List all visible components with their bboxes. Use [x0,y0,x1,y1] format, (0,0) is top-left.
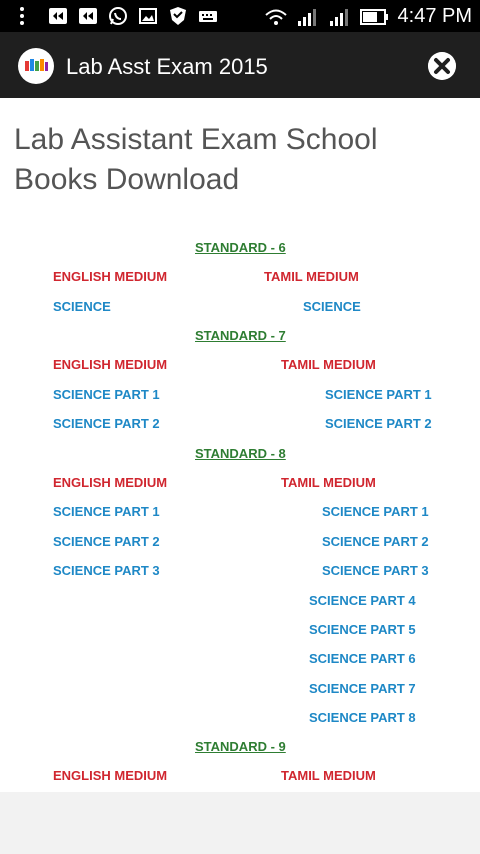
std8-english-science-part3-link[interactable]: SCIENCE PART 3 [53,563,160,578]
std8-tamil-medium-header: TAMIL MEDIUM [281,475,376,490]
standard-6-link[interactable]: STANDARD - 6 [195,240,286,255]
battery-icon [359,8,388,25]
notification-icon [79,8,97,24]
keyboard-icon [199,11,217,22]
std8-english-medium-header: ENGLISH MEDIUM [53,475,168,490]
status-time: 4:47 PM [397,5,472,27]
app-logo [18,48,54,84]
std6-english-science-link[interactable]: SCIENCE [53,299,111,314]
std8-tamil-science-part7-link[interactable]: SCIENCE PART 7 [309,681,416,696]
std8-tamil-science-part6-link[interactable]: SCIENCE PART 6 [309,651,416,666]
std7-tamil-science-part1-link[interactable]: SCIENCE PART 1 [325,387,432,402]
bottom-area [0,792,480,854]
signal-icon [297,8,316,26]
app-bar: Lab Asst Exam 2015 [0,32,480,98]
std8-tamil-science-part2-link[interactable]: SCIENCE PART 2 [322,534,429,549]
standard-7-link[interactable]: STANDARD - 7 [195,328,286,343]
page-title: Lab Assistant Exam School Books Download [14,123,378,196]
app-title: Lab Asst Exam 2015 [66,54,268,79]
std8-tamil-science-part4-link[interactable]: SCIENCE PART 4 [309,593,416,608]
std8-tamil-science-part3-link[interactable]: SCIENCE PART 3 [322,563,429,578]
std7-english-medium-header: ENGLISH MEDIUM [53,357,168,372]
std7-english-science-part1-link[interactable]: SCIENCE PART 1 [53,387,160,402]
standard-9-link[interactable]: STANDARD - 9 [195,739,286,754]
standard-8-link[interactable]: STANDARD - 8 [195,446,286,461]
status-right-icons: 4:47 PM [264,5,472,28]
std7-tamil-medium-header: TAMIL MEDIUM [281,357,376,372]
image-icon [139,8,157,24]
shield-icon [170,7,186,25]
overflow-icon [20,7,24,25]
std7-tamil-science-part2-link[interactable]: SCIENCE PART 2 [325,416,432,431]
std8-tamil-science-part8-link[interactable]: SCIENCE PART 8 [309,710,416,725]
whatsapp-icon [109,7,127,25]
std6-tamil-science-link[interactable]: SCIENCE [303,299,361,314]
page-content: Lab Assistant Exam School Books Download… [0,98,480,792]
std6-english-medium-header: ENGLISH MEDIUM [53,269,168,284]
std6-tamil-medium-header: TAMIL MEDIUM [264,269,359,284]
std9-tamil-medium-header: TAMIL MEDIUM [281,768,376,783]
std8-english-science-part1-link[interactable]: SCIENCE PART 1 [53,504,160,519]
status-bar: 4:47 PM [0,0,480,32]
std8-english-science-part2-link[interactable]: SCIENCE PART 2 [53,534,160,549]
wifi-icon [264,9,287,25]
signal-icon [329,8,348,26]
notification-icon [49,8,67,24]
std9-english-medium-header: ENGLISH MEDIUM [53,768,168,783]
status-left-icons [18,6,218,26]
std8-tamil-science-part1-link[interactable]: SCIENCE PART 1 [322,504,429,519]
std7-english-science-part2-link[interactable]: SCIENCE PART 2 [53,416,160,431]
close-icon[interactable] [428,52,456,80]
std8-tamil-science-part5-link[interactable]: SCIENCE PART 5 [309,622,416,637]
